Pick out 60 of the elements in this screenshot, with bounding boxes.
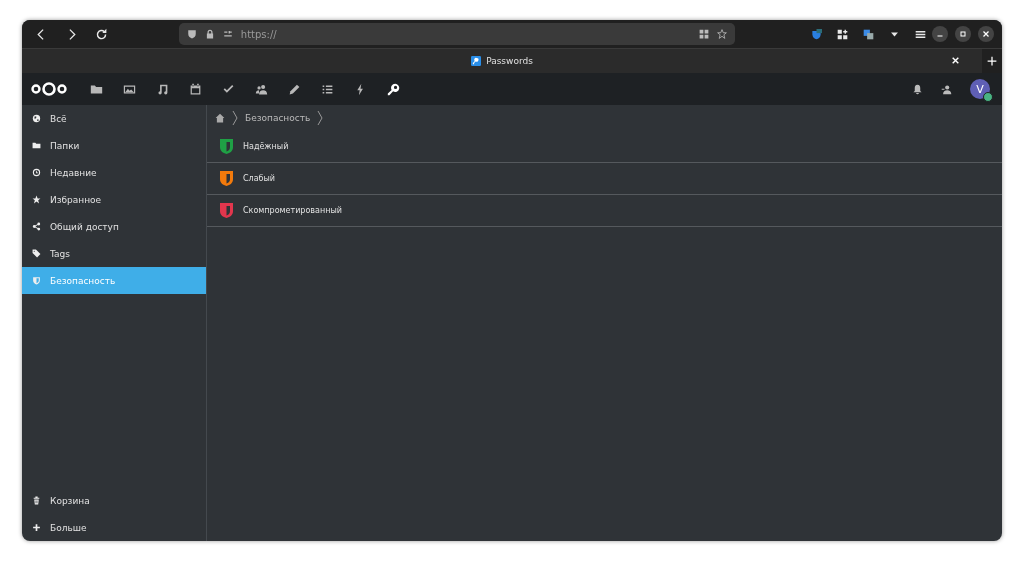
chevron-icon (232, 110, 238, 126)
tag-icon (32, 249, 41, 258)
lock-icon (204, 29, 215, 39)
maximize-icon (959, 30, 967, 38)
security-level-label: Скомпрометированный (243, 206, 342, 215)
security-level-label: Слабый (243, 174, 276, 183)
sidebar-item[interactable]: Всё (22, 105, 206, 132)
security-level-row[interactable]: Слабый (207, 163, 1002, 195)
music-note-icon[interactable] (156, 82, 169, 96)
folder-icon (32, 141, 41, 150)
close-icon[interactable] (951, 56, 960, 65)
url-text: https:// (240, 28, 278, 40)
plus-icon (32, 523, 41, 532)
close-icon (982, 30, 990, 38)
security-level-row[interactable]: Надёжный (207, 131, 1002, 163)
pencil-icon[interactable] (288, 82, 301, 96)
trash-icon (32, 496, 41, 505)
translate-icon[interactable] (863, 28, 874, 40)
close-button[interactable] (978, 26, 994, 42)
security-level-label: Надёжный (243, 142, 289, 151)
user-avatar[interactable]: V (970, 79, 990, 99)
sidebar-item[interactable]: Больше (22, 514, 206, 541)
sidebar-item[interactable]: Недавние (22, 159, 206, 186)
sidebar-item[interactable]: Папки (22, 132, 206, 159)
star-icon (32, 195, 41, 204)
menu-icon[interactable] (915, 28, 926, 40)
grid-icon[interactable] (699, 29, 709, 39)
key-icon (471, 56, 482, 66)
permissions-icon (222, 29, 233, 39)
sidebar-item[interactable]: Tags (22, 240, 206, 267)
address-bar[interactable]: https:// (178, 23, 735, 45)
share-icon (32, 222, 41, 231)
logo-icon[interactable] (30, 81, 68, 97)
sidebar-item[interactable]: Избранное (22, 186, 206, 213)
plus-icon (987, 56, 997, 66)
chevron-icon (317, 110, 324, 126)
globe-icon (32, 114, 41, 123)
person-add-icon[interactable] (941, 83, 952, 95)
home-icon[interactable] (215, 113, 225, 123)
minimize-button[interactable] (932, 26, 948, 42)
folder-icon[interactable] (90, 82, 103, 96)
breadcrumb-item[interactable]: Безопасность (245, 113, 311, 123)
key-icon[interactable] (387, 82, 400, 96)
shield-badge-icon[interactable] (811, 28, 822, 40)
clock-icon (32, 168, 41, 177)
sidebar-item[interactable]: Общий доступ (22, 213, 206, 240)
security-level-row[interactable]: Скомпрометированный (207, 195, 1002, 227)
list-icon[interactable] (321, 82, 334, 96)
new-tab-button[interactable] (982, 49, 1002, 73)
shield-icon (32, 276, 41, 285)
shield-icon (186, 29, 197, 39)
reload-icon (94, 27, 108, 41)
calendar-icon[interactable] (189, 82, 202, 96)
maximize-button[interactable] (955, 26, 971, 42)
people-icon[interactable] (255, 82, 268, 96)
image-icon[interactable] (123, 82, 136, 96)
apps-grid-icon[interactable] (837, 28, 848, 40)
star-icon[interactable] (717, 29, 727, 39)
sidebar-item[interactable]: Корзина (22, 487, 206, 514)
bell-icon[interactable] (912, 83, 923, 95)
